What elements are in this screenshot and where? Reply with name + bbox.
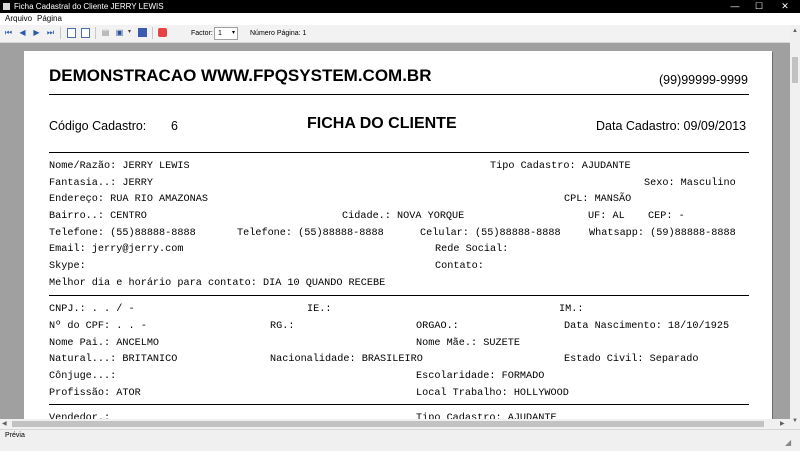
status-bar: Prévia ◢ xyxy=(0,429,800,451)
birth-date-field: Data Nascimento: 18/10/1925 xyxy=(564,321,730,332)
previous-page-icon[interactable]: ◀ xyxy=(18,28,27,37)
page-number-label: Número Página: 1 xyxy=(250,30,307,37)
minimize-button[interactable]: — xyxy=(722,0,748,13)
name-field: Nome/Razão: JERRY LEWIS xyxy=(49,161,190,172)
close-preview-icon[interactable] xyxy=(158,28,167,37)
menu-page[interactable]: Página xyxy=(37,14,62,24)
scroll-right-icon[interactable]: ▶ xyxy=(780,420,785,428)
sex-field: Sexo: Masculino xyxy=(644,178,736,189)
nationality-field: Nacionalidade: BRASILEIRO xyxy=(270,354,423,365)
toolbar-separator xyxy=(95,27,96,39)
education-field: Escolaridade: FORMADO xyxy=(416,371,545,382)
preview-area: DEMONSTRACAO WWW.FPQSYSTEM.COM.BR (99)99… xyxy=(0,43,790,429)
menu-file[interactable]: Arquivo xyxy=(5,14,32,24)
mother-name-field: Nome Mãe.: SUZETE xyxy=(416,338,520,349)
divider xyxy=(49,94,749,95)
issuer-field: ORGAO.: xyxy=(416,321,459,332)
scroll-down-icon[interactable]: ▼ xyxy=(792,417,798,425)
form-title: FICHA DO CLIENTE xyxy=(307,115,457,132)
city-field: Cidade.: NOVA YORQUE xyxy=(342,211,465,222)
divider xyxy=(49,295,749,296)
ie-field: IE.: xyxy=(307,304,332,315)
divider xyxy=(49,152,749,153)
birthplace-field: Natural...: BRITANICO xyxy=(49,354,178,365)
scroll-left-icon[interactable]: ◀ xyxy=(2,420,7,428)
skype-field: Skype: xyxy=(49,261,86,272)
next-page-icon[interactable]: ▶ xyxy=(32,28,41,37)
two-pages-icon[interactable] xyxy=(81,28,90,38)
spouse-field: Cônjuge...: xyxy=(49,371,117,382)
save-icon[interactable]: ▣ xyxy=(115,28,124,37)
report-page: DEMONSTRACAO WWW.FPQSYSTEM.COM.BR (99)99… xyxy=(24,51,772,429)
scroll-up-icon[interactable]: ▲ xyxy=(792,27,798,35)
cnpj-field: CNPJ.: . . / - xyxy=(49,304,135,315)
marital-status-field: Estado Civil: Separado xyxy=(564,354,699,365)
company-name: DEMONSTRACAO WWW.FPQSYSTEM.COM.BR xyxy=(49,66,432,85)
workplace-field: Local Trabalho: HOLLYWOOD xyxy=(416,388,569,399)
social-network-field: Rede Social: xyxy=(435,244,509,255)
last-page-icon[interactable]: ⏭ xyxy=(46,28,55,37)
toolbar-separator xyxy=(60,27,61,39)
mobile-field: Celular: (55)88888-8888 xyxy=(420,228,561,239)
report-icon[interactable] xyxy=(138,28,147,37)
code-label: Código Cadastro: xyxy=(49,119,147,133)
address-field: Endereço: RUA RIO AMAZONAS xyxy=(49,194,208,205)
title-bar: Ficha Cadastral do Cliente JERRY LEWIS —… xyxy=(0,0,800,13)
toolbar-separator xyxy=(152,27,153,39)
first-page-icon[interactable]: ⏮ xyxy=(4,28,13,37)
save-dropdown-icon[interactable]: ▾ xyxy=(125,28,134,37)
toolbar: ⏮ ◀ ▶ ⏭ ▤ ▣ ▾ Factor: 1 ▾ Número Página:… xyxy=(0,25,800,43)
best-contact-time-field: Melhor dia e horário para contato: DIA 1… xyxy=(49,278,386,289)
vertical-scrollbar[interactable]: ▲ ▼ xyxy=(790,25,800,429)
registration-type-field: Tipo Cadastro: AJUDANTE xyxy=(490,161,631,172)
cpf-field: Nº do CPF: . . - xyxy=(49,321,147,332)
trade-name-field: Fantasia..: JERRY xyxy=(49,178,153,189)
resize-grip-icon[interactable]: ◢ xyxy=(785,438,791,447)
complement-field: CPL: MANSÃO xyxy=(564,194,632,205)
factor-label: Factor: xyxy=(191,30,213,37)
window-title: Ficha Cadastral do Cliente JERRY LEWIS xyxy=(14,2,164,11)
factor-value: 1 xyxy=(218,30,222,37)
maximize-button[interactable]: ☐ xyxy=(746,0,772,13)
chevron-down-icon: ▾ xyxy=(231,30,235,36)
divider xyxy=(49,404,749,405)
factor-select[interactable]: 1 ▾ xyxy=(214,27,238,40)
horizontal-scroll-thumb[interactable] xyxy=(12,421,764,427)
company-phone: (99)99999-9999 xyxy=(659,73,748,87)
im-field: IM.: xyxy=(559,304,584,315)
contact-field: Contato: xyxy=(435,261,484,272)
close-button[interactable]: ✕ xyxy=(772,0,798,13)
zip-field: CEP: - xyxy=(648,211,685,222)
whatsapp-field: Whatsapp: (59)88888-8888 xyxy=(589,228,736,239)
district-field: Bairro..: CENTRO xyxy=(49,211,147,222)
code-value: 6 xyxy=(171,119,178,133)
vertical-scroll-thumb[interactable] xyxy=(792,57,798,83)
email-field: Email: jerry@jerry.com xyxy=(49,244,184,255)
phone-field: Telefone: (55)88888-8888 xyxy=(49,228,196,239)
profession-field: Profissão: ATOR xyxy=(49,388,141,399)
rg-field: RG.: xyxy=(270,321,295,332)
print-icon[interactable]: ▤ xyxy=(101,28,110,37)
state-field: UF: AL xyxy=(588,211,625,222)
phone2-field: Telefone: (55)88888-8888 xyxy=(237,228,384,239)
father-name-field: Nome Pai.: ANCELMO xyxy=(49,338,160,349)
registration-date: Data Cadastro: 09/09/2013 xyxy=(596,119,747,133)
single-page-icon[interactable] xyxy=(67,28,76,38)
app-icon xyxy=(3,3,10,10)
menu-bar: Arquivo Página xyxy=(0,13,800,25)
horizontal-scrollbar[interactable]: ◀ ▶ xyxy=(0,419,790,429)
status-text: Prévia xyxy=(5,432,25,439)
